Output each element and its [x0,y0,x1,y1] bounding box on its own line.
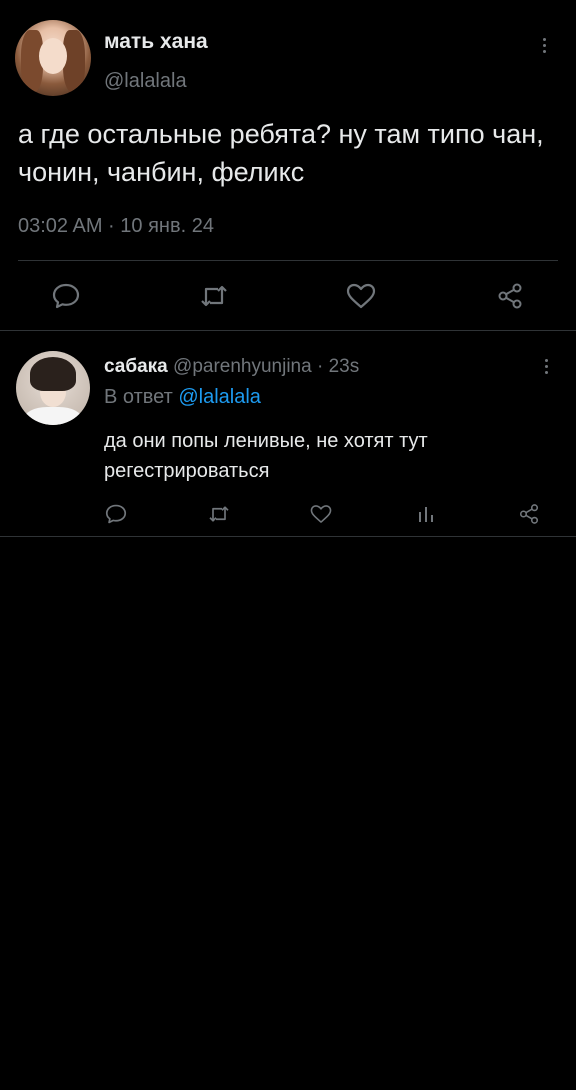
views-icon[interactable] [414,503,438,525]
share-icon[interactable] [517,503,541,525]
separator: · [316,356,324,377]
reply-mention-link[interactable]: @lalalala [178,386,261,408]
share-icon[interactable] [494,281,526,311]
author-handle[interactable]: @lalalala [104,70,187,93]
divider [18,260,558,261]
reply-icon[interactable] [104,503,128,525]
avatar[interactable] [15,20,91,96]
author-handle[interactable]: @parenhyunjina [173,356,312,377]
retweet-icon[interactable] [206,503,232,525]
tweet-text: да они попы ленивые, не хотят тут регест… [104,430,428,482]
reply-to-line: В ответ @lalalala [104,386,261,409]
tweet-time[interactable]: 23s [329,356,360,377]
avatar-face [39,38,67,74]
like-icon[interactable] [345,282,377,310]
reply-tweet[interactable]: сабака @parenhyunjina · 23s В ответ @lal… [0,331,576,536]
like-icon[interactable] [309,503,333,525]
reply-header: сабака @parenhyunjina · 23s [104,356,359,378]
author-name[interactable]: мать хана [104,30,208,54]
tweet-actions [0,277,576,313]
tweet-text: а где остальные ребята? ну там типо чан,… [18,119,544,187]
divider [0,536,576,537]
avatar-shirt [24,407,82,425]
reply-icon[interactable] [50,282,82,310]
more-options-icon[interactable] [541,38,547,53]
tweet-actions [0,501,576,529]
avatar[interactable] [16,351,90,425]
main-tweet[interactable]: мать хана @lalalala а где остальные ребя… [0,0,576,331]
avatar-hair [30,357,76,391]
more-options-icon[interactable] [543,359,549,374]
reply-to-label: В ответ [104,386,173,408]
retweet-icon[interactable] [196,282,232,310]
tweet-timestamp[interactable]: 03:02 AM · 10 янв. 24 [18,215,214,238]
author-name[interactable]: сабака [104,356,168,377]
